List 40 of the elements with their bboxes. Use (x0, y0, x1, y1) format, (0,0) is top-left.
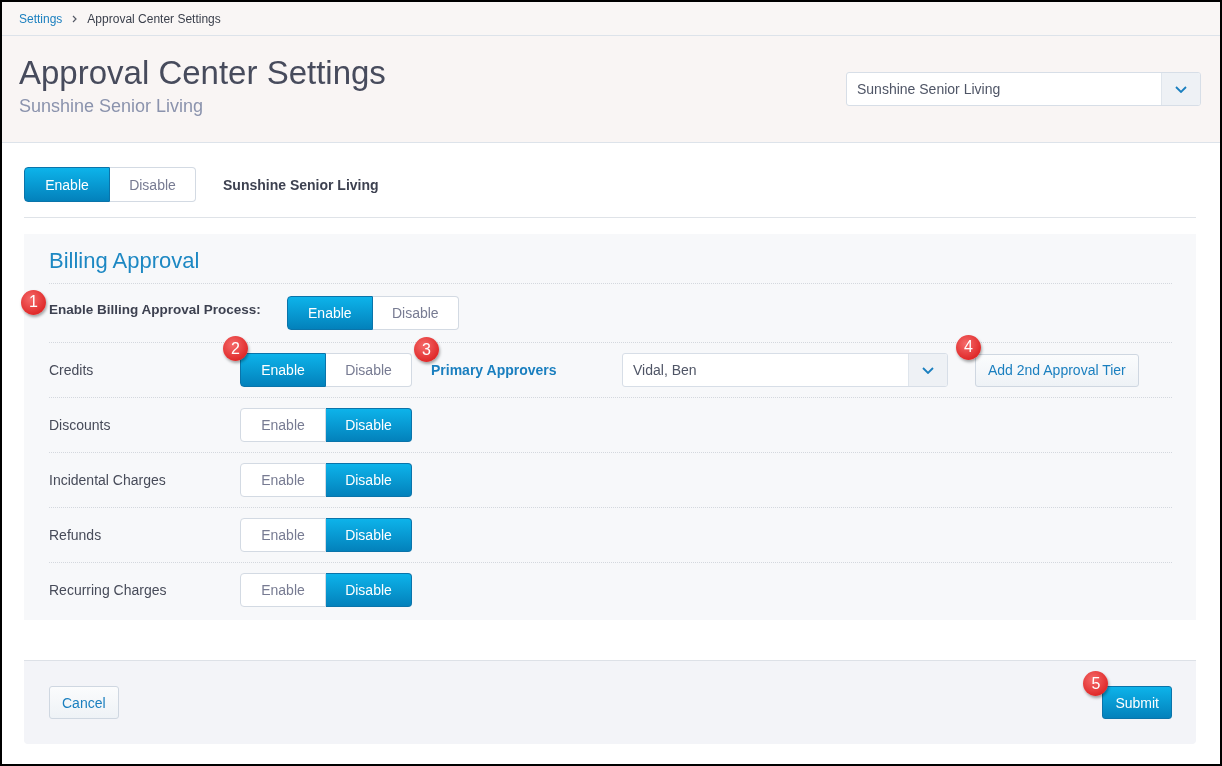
community-name: Sunshine Senior Living (223, 176, 379, 193)
add-tier-button[interactable]: Add 2nd Approval Tier (975, 353, 1139, 387)
dropdown-select[interactable]: Sunshine Senior Living (846, 72, 1201, 106)
callout-marker: 3 (414, 337, 439, 362)
breadcrumb-link[interactable]: Settings (19, 11, 63, 26)
breadcrumb-current: Approval Center Settings (87, 11, 221, 26)
toggle-button[interactable]: Disable (326, 573, 412, 607)
toggle-button[interactable]: Enable (240, 518, 326, 552)
toggle-button[interactable]: Disable (326, 353, 412, 387)
callout-marker: 5 (1083, 671, 1109, 696)
callout-marker: 1 (21, 289, 46, 315)
page-subtitle: Sunshine Senior Living (19, 95, 204, 117)
chevron-down-icon (922, 366, 934, 374)
submit-button[interactable]: Submit (1102, 686, 1172, 719)
toggle-button[interactable]: Enable (240, 463, 326, 497)
toggle-button[interactable]: Disable (110, 167, 196, 202)
dropdown-select[interactable]: Vidal, Ben (622, 353, 948, 387)
approvers-link[interactable]: Primary Approvers (431, 362, 557, 378)
chevron-down-icon (1175, 85, 1187, 93)
toggle-button[interactable]: Enable (286, 296, 373, 330)
cancel-button[interactable]: Cancel (49, 686, 119, 719)
callout-marker: 4 (956, 334, 981, 360)
toggle-button[interactable]: Enable (240, 353, 326, 387)
chevron-right-icon (72, 14, 78, 23)
toggle-button[interactable]: Disable (326, 463, 412, 497)
toggle-button[interactable]: Enable (240, 573, 326, 607)
toggle-button[interactable]: Disable (326, 408, 412, 442)
section-title: Billing Approval (49, 247, 200, 275)
toggle-button[interactable]: Disable (372, 296, 459, 330)
toggle-button[interactable]: Enable (24, 167, 110, 202)
row-label: Credits (49, 362, 94, 378)
row-label: Recurring Charges (49, 582, 167, 598)
toggle-button[interactable]: Disable (326, 518, 412, 552)
toggle-button[interactable]: Enable (240, 408, 326, 442)
row-label: Discounts (49, 417, 111, 433)
row-label: Incidental Charges (49, 472, 166, 488)
page-title: Approval Center Settings (19, 54, 386, 92)
callout-marker: 2 (223, 336, 248, 361)
row-label: Refunds (49, 527, 102, 543)
process-label: Enable Billing Approval Process: (49, 301, 261, 317)
